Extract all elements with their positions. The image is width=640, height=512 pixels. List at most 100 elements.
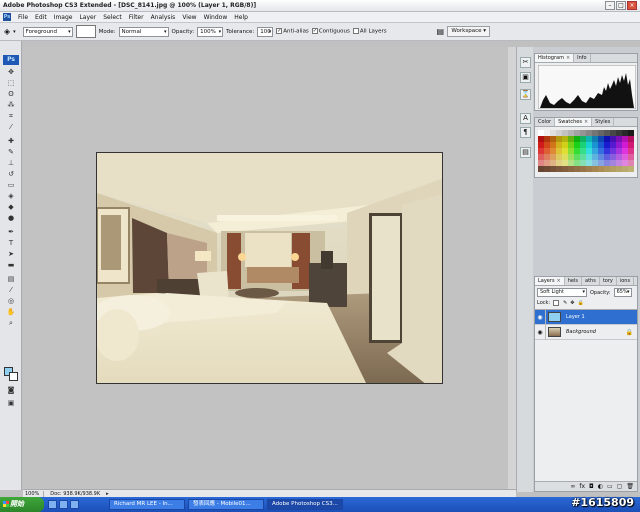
workspace-button[interactable]: Workspace ▾: [447, 26, 490, 37]
magic-wand-tool-icon[interactable]: ⁂: [5, 101, 17, 110]
taskbar-item-photoshop[interactable]: Adobe Photoshop CS3...: [267, 499, 343, 510]
notes-tool-icon[interactable]: ▤: [5, 275, 17, 284]
link-layers-icon[interactable]: ∞: [570, 482, 575, 491]
marquee-tool-icon[interactable]: ⬚: [5, 79, 17, 88]
paint-bucket-tool-icon[interactable]: ◈: [5, 192, 17, 201]
layer-row-background[interactable]: ◉ Background 🔒: [535, 324, 637, 340]
tab-histogram[interactable]: Histogram ×: [535, 54, 575, 62]
zoom-level[interactable]: 100%: [25, 490, 45, 497]
pattern-box[interactable]: [75, 25, 96, 38]
mode-select[interactable]: Normal: [118, 26, 169, 37]
tab-actions[interactable]: ions: [617, 277, 635, 285]
slice-tool-icon[interactable]: ⁄: [5, 123, 17, 132]
healing-brush-tool-icon[interactable]: ✚: [5, 137, 17, 146]
tools-icon[interactable]: ✂: [520, 57, 531, 68]
brush-tool-icon[interactable]: ✎: [5, 148, 17, 157]
layer-style-icon[interactable]: fx: [579, 482, 585, 491]
start-button[interactable]: 開始: [0, 497, 44, 512]
menu-select[interactable]: Select: [103, 14, 122, 21]
menu-file[interactable]: File: [18, 14, 28, 21]
zoom-tool-icon[interactable]: ⌕: [5, 319, 17, 328]
fill-source-select[interactable]: Foreground: [22, 26, 73, 37]
minimize-button[interactable]: –: [605, 1, 615, 10]
menu-analysis[interactable]: Analysis: [151, 14, 176, 21]
tab-layers[interactable]: Layers ×: [535, 277, 565, 285]
menu-window[interactable]: Window: [204, 14, 228, 21]
options-bar: ◈ ▾ Foreground Mode: Normal Opacity: 100…: [0, 23, 640, 41]
tab-paths[interactable]: aths: [582, 277, 600, 285]
taskbar-item[interactable]: 發表回應 - Mobile01...: [188, 499, 264, 510]
vertical-scrollbar[interactable]: [508, 47, 516, 489]
lock-position-icon[interactable]: ✥: [570, 300, 574, 306]
menu-view[interactable]: View: [182, 14, 196, 21]
antialias-checkbox[interactable]: ✓ Anti-alias: [276, 28, 309, 35]
tolerance-field[interactable]: 100: [257, 26, 274, 37]
menu-image[interactable]: Image: [54, 14, 73, 21]
tab-swatches[interactable]: Swatches ×: [555, 118, 593, 126]
lock-transparent-icon[interactable]: [553, 300, 560, 306]
document-image[interactable]: [96, 152, 443, 384]
visibility-eye-icon[interactable]: ◉: [535, 324, 546, 340]
layer-thumbnail: [548, 327, 561, 337]
swatch-grid[interactable]: [535, 127, 637, 175]
type-tool-icon[interactable]: T: [5, 239, 17, 248]
shape-tool-icon[interactable]: ▬: [5, 261, 17, 270]
contiguous-checkbox[interactable]: ✓ Contiguous: [311, 28, 350, 35]
layer-opacity-field[interactable]: 65%: [613, 288, 632, 297]
history-icon[interactable]: ⌛: [520, 89, 531, 100]
3d-rotate-tool-icon[interactable]: ◎: [5, 297, 17, 306]
lock-pixels-icon[interactable]: ✎: [563, 300, 567, 306]
quick-launch-icon[interactable]: [48, 500, 57, 509]
tab-history[interactable]: tory: [600, 277, 617, 285]
color-swatch[interactable]: [628, 166, 634, 172]
opacity-field[interactable]: 100%: [197, 26, 224, 37]
menu-edit[interactable]: Edit: [35, 14, 47, 21]
blend-mode-select[interactable]: Soft Light: [537, 288, 587, 297]
layer-mask-icon[interactable]: ◘: [589, 482, 594, 491]
navigator-icon[interactable]: ▣: [520, 72, 531, 83]
maximize-button[interactable]: □: [616, 1, 626, 10]
menu-layer[interactable]: Layer: [79, 14, 96, 21]
new-group-icon[interactable]: ▭: [607, 482, 613, 491]
crop-tool-icon[interactable]: ⌗: [5, 112, 17, 121]
tab-info[interactable]: Info: [574, 54, 591, 62]
actions-icon[interactable]: ▤: [520, 147, 531, 158]
close-button[interactable]: ×: [627, 1, 637, 10]
clone-stamp-tool-icon[interactable]: ⊥: [5, 159, 17, 168]
paint-bucket-icon[interactable]: ◈: [4, 27, 10, 36]
all-layers-checkbox[interactable]: All Layers: [352, 28, 387, 35]
lock-all-icon[interactable]: 🔒: [578, 300, 584, 306]
background-color-swatch[interactable]: [9, 372, 18, 381]
workspace-icon[interactable]: ▤: [436, 27, 444, 36]
character-icon[interactable]: A: [520, 113, 531, 124]
status-arrow-icon[interactable]: ▸: [106, 491, 109, 497]
menu-help[interactable]: Help: [234, 14, 248, 21]
eyedropper-tool-icon[interactable]: ⁄: [5, 286, 17, 295]
quick-mask-icon[interactable]: ◙: [5, 386, 17, 395]
hand-tool-icon[interactable]: ✋: [5, 308, 17, 317]
pen-tool-icon[interactable]: ✒: [5, 228, 17, 237]
tool-preset-arrow-icon[interactable]: ▾: [13, 29, 16, 35]
eraser-tool-icon[interactable]: ▭: [5, 181, 17, 190]
blur-tool-icon[interactable]: ◆: [5, 203, 17, 212]
adjustment-layer-icon[interactable]: ◐: [598, 482, 603, 491]
quick-launch-icon[interactable]: [59, 500, 68, 509]
visibility-eye-icon[interactable]: ◉: [535, 309, 546, 325]
paragraph-icon[interactable]: ¶: [520, 127, 531, 138]
new-layer-icon[interactable]: ▢: [617, 482, 623, 491]
path-selection-tool-icon[interactable]: ➤: [5, 250, 17, 259]
tab-color[interactable]: Color: [535, 118, 556, 126]
quick-launch-icon[interactable]: [70, 500, 79, 509]
move-tool-icon[interactable]: ✥: [5, 68, 17, 77]
layer-row-layer-1[interactable]: ◉ Layer 1: [535, 309, 637, 325]
menu-filter[interactable]: Filter: [129, 14, 144, 21]
delete-layer-icon[interactable]: 🗑: [626, 482, 634, 491]
tab-channels[interactable]: hels: [565, 277, 582, 285]
tab-styles[interactable]: Styles: [592, 118, 615, 126]
screen-mode-icon[interactable]: ▣: [5, 399, 17, 408]
taskbar-item[interactable]: Richard MR LEE - In...: [109, 499, 185, 510]
history-brush-tool-icon[interactable]: ↺: [5, 170, 17, 179]
lasso-tool-icon[interactable]: ʘ: [5, 90, 17, 99]
status-bar: 100% Doc: 938.9K/938.9K ▸: [23, 489, 516, 497]
dodge-tool-icon[interactable]: ●: [5, 214, 17, 223]
